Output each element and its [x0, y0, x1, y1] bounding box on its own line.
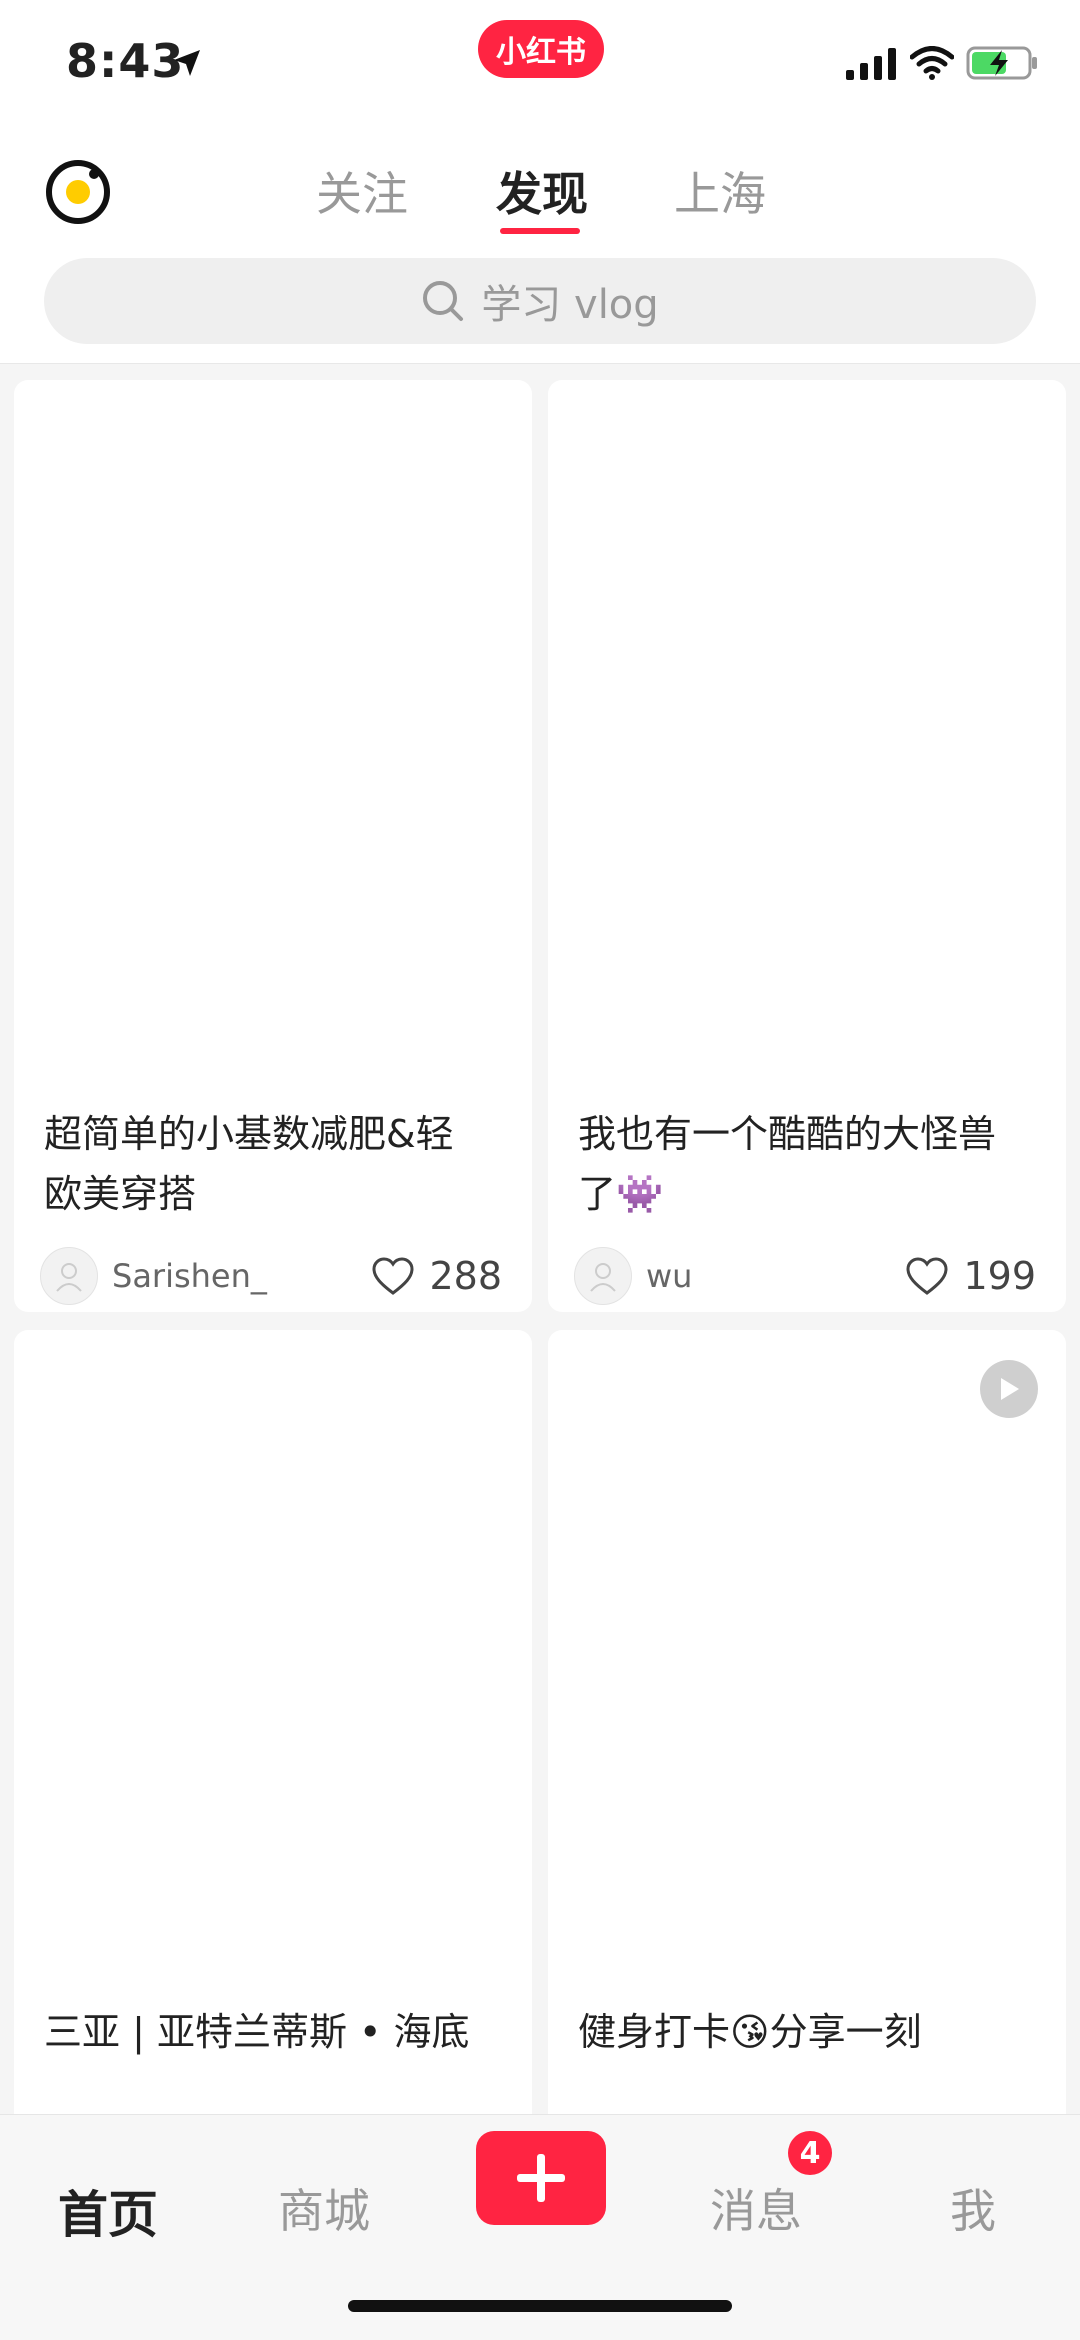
note-title-line: 我也有一个酷酷的大怪兽 — [578, 1112, 997, 1156]
like-count-value: 288 — [429, 1254, 502, 1298]
note-card[interactable]: 我也有一个酷酷的大怪兽 了👾 wu 199 — [548, 380, 1066, 1312]
tab-follow[interactable]: 关注 — [316, 158, 408, 224]
note-card[interactable]: 健身打卡😘分享一刻 — [548, 1330, 1066, 2150]
top-header: 关注 发现 上海 学习 vlog — [0, 130, 1080, 364]
like-count-value: 199 — [963, 1254, 1036, 1298]
note-title-line: 超简单的小基数减肥&轻 — [44, 1112, 454, 1156]
app-logo-badge: 小红书 — [478, 20, 604, 78]
note-card[interactable]: 超简单的小基数减肥&轻 欧美穿搭 Sarishen_ 288 — [14, 380, 532, 1312]
camera-target-icon[interactable] — [44, 158, 112, 226]
note-card[interactable]: 三亚 | 亚特兰蒂斯 • 海底 — [14, 1330, 532, 2150]
nav-messages[interactable]: 消息 — [710, 2175, 802, 2241]
discover-feed: 超简单的小基数减肥&轻 欧美穿搭 Sarishen_ 288 我也有一个酷酷的大… — [0, 364, 1080, 2150]
home-indicator — [348, 2300, 732, 2312]
heart-icon — [906, 1257, 948, 1295]
note-title-line: 了👾 — [578, 1172, 664, 1216]
avatar[interactable] — [574, 1247, 632, 1305]
default-avatar-icon — [590, 1263, 616, 1292]
feed-tabs: 关注 发现 上海 — [300, 158, 780, 238]
location-arrow-icon — [174, 50, 200, 76]
status-time: 8:43 — [66, 34, 185, 88]
author-name[interactable]: Sarishen_ — [112, 1257, 371, 1295]
nav-home[interactable]: 首页 — [58, 2175, 158, 2247]
note-title-line: 欧美穿搭 — [44, 1172, 197, 1216]
plus-icon — [517, 2154, 565, 2202]
note-title-line: 三亚 | 亚特兰蒂斯 • 海底 — [44, 2010, 470, 2054]
like-count[interactable]: 199 — [905, 1254, 1036, 1298]
tab-shanghai[interactable]: 上海 — [674, 158, 766, 224]
note-meta: Sarishen_ 288 — [40, 1244, 502, 1308]
nav-mall[interactable]: 商城 — [278, 2175, 370, 2241]
message-count-badge: 4 — [788, 2131, 832, 2175]
note-title-line: 健身打卡😘分享一刻 — [578, 2010, 922, 2054]
default-avatar-icon — [56, 1263, 82, 1292]
like-count[interactable]: 288 — [371, 1254, 502, 1298]
heart-icon — [372, 1257, 414, 1295]
search-icon — [423, 281, 464, 321]
status-bar: 8:43 小红书 — [0, 0, 1080, 130]
search-bar[interactable]: 学习 vlog — [44, 258, 1036, 344]
search-placeholder: 学习 vlog — [481, 282, 659, 328]
author-name[interactable]: wu — [646, 1257, 905, 1295]
signal-icon — [846, 48, 896, 80]
note-meta: wu 199 — [574, 1244, 1036, 1308]
publish-button[interactable] — [476, 2131, 606, 2225]
wifi-icon — [910, 46, 954, 80]
avatar[interactable] — [40, 1247, 98, 1305]
battery-charging-icon — [966, 46, 1037, 80]
nav-me[interactable]: 我 — [950, 2175, 996, 2241]
active-tab-indicator — [500, 228, 580, 234]
video-play-icon — [980, 1360, 1038, 1418]
tab-discover[interactable]: 发现 — [496, 158, 588, 224]
